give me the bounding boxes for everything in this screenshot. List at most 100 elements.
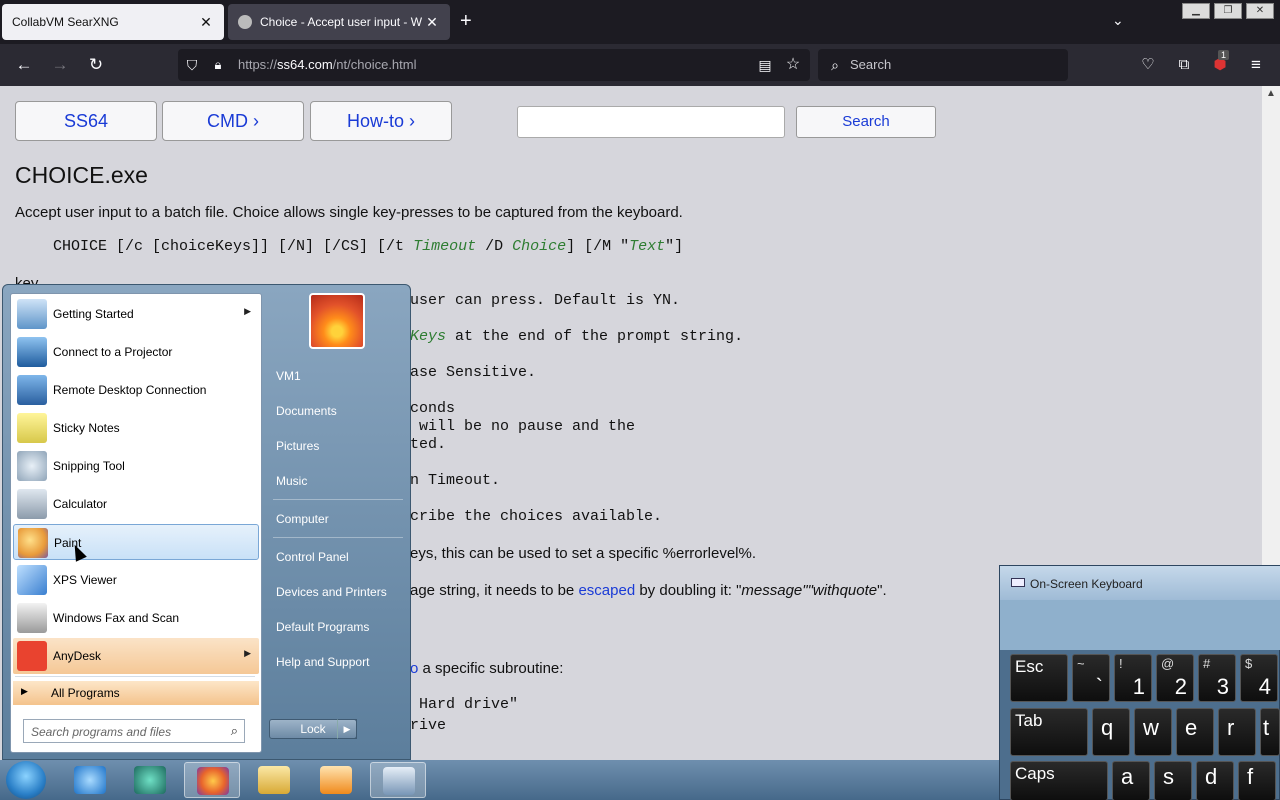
program-fax-scan[interactable]: Windows Fax and Scan (13, 600, 259, 636)
close-tab-icon[interactable]: ✕ (424, 14, 440, 31)
taskbar-internet-explorer[interactable] (62, 762, 118, 798)
paint-icon (18, 528, 48, 558)
option-line: cribe the choices available. (410, 508, 663, 525)
start-menu: Getting Started ▶ Connect to a Projector… (2, 284, 411, 760)
key-f[interactable]: f (1238, 761, 1276, 800)
reload-icon[interactable]: ↻ (84, 53, 108, 77)
scroll-up-icon[interactable]: ▲ (1266, 88, 1276, 99)
place-devices-printers[interactable]: Devices and Printers (276, 585, 387, 599)
search-placeholder: Search (850, 57, 892, 72)
calculator-icon (17, 489, 47, 519)
all-programs-button[interactable]: ▶ All Programs (13, 681, 259, 705)
key-s[interactable]: s (1154, 761, 1192, 800)
tab-searxng[interactable]: CollabVM SearXNG ✕ (2, 4, 224, 40)
option-line: conds (410, 400, 456, 417)
key-2[interactable]: @2 (1156, 654, 1194, 702)
bookmark-star-icon[interactable]: ☆ (781, 53, 805, 77)
key-4[interactable]: $4 (1240, 654, 1278, 702)
favicon-icon (238, 15, 252, 29)
escaped-link[interactable]: escaped (578, 582, 635, 599)
key-3[interactable]: #3 (1198, 654, 1236, 702)
on-screen-keyboard: On-Screen Keyboard Esc ~ ` ! 1 @2 #3 $4 Ta… (999, 565, 1280, 800)
minimize-button[interactable]: ▁ (1182, 3, 1210, 19)
place-default-programs[interactable]: Default Programs (276, 620, 369, 634)
nav-button-howto[interactable]: How-to › (310, 101, 452, 141)
media-player-icon (320, 766, 352, 794)
submenu-arrow-icon: ▶ (244, 648, 251, 658)
nav-button-ss64[interactable]: SS64 (15, 101, 157, 141)
reader-view-icon[interactable]: ▤ (753, 53, 777, 77)
tab-choice[interactable]: Choice - Accept user input - W ✕ (228, 4, 450, 40)
menu-icon[interactable]: ≡ (1244, 53, 1268, 77)
anydesk-icon (17, 641, 47, 671)
program-sticky-notes[interactable]: Sticky Notes (13, 410, 259, 446)
place-music[interactable]: Music (276, 474, 307, 488)
program-snipping-tool[interactable]: Snipping Tool (13, 448, 259, 484)
close-window-button[interactable]: ✕ (1246, 3, 1274, 19)
osk-title-bar[interactable]: On-Screen Keyboard (1000, 566, 1280, 600)
key-a[interactable]: a (1112, 761, 1150, 800)
key-d[interactable]: d (1196, 761, 1234, 800)
key-e[interactable]: e (1176, 708, 1214, 756)
program-xps-viewer[interactable]: XPS Viewer (13, 562, 259, 598)
lock-icon[interactable]: 🔒︎ (206, 53, 230, 77)
taskbar-media[interactable] (122, 762, 178, 798)
internet-explorer-icon (74, 766, 106, 794)
key-w[interactable]: w (1134, 708, 1172, 756)
user-picture[interactable] (309, 293, 365, 349)
place-user[interactable]: VM1 (276, 369, 301, 383)
key-caps[interactable]: Caps (1010, 761, 1108, 800)
program-getting-started[interactable]: Getting Started ▶ (13, 296, 259, 332)
place-control-panel[interactable]: Control Panel (276, 550, 349, 564)
start-menu-programs: Getting Started ▶ Connect to a Projector… (10, 293, 262, 753)
pocket-icon[interactable]: ♡ (1136, 53, 1160, 77)
option-line: user can press. Default is YN. (410, 292, 681, 309)
body-text: o a specific subroutine: (410, 660, 564, 677)
divider (273, 537, 403, 538)
site-search-input[interactable] (517, 106, 785, 138)
key-q[interactable]: q (1092, 708, 1130, 756)
back-icon[interactable]: ← (12, 53, 36, 77)
key-1[interactable]: ! 1 (1114, 654, 1152, 702)
divider (273, 499, 403, 500)
key-r[interactable]: r (1218, 708, 1256, 756)
close-tab-icon[interactable]: ✕ (198, 14, 214, 31)
page-title: CHOICE.exe (15, 162, 148, 188)
tab-title: CollabVM SearXNG (12, 15, 119, 29)
place-documents[interactable]: Documents (276, 404, 337, 418)
taskbar-firefox[interactable] (184, 762, 240, 798)
key-t[interactable]: t (1260, 708, 1280, 756)
nav-button-cmd[interactable]: CMD › (162, 101, 304, 141)
restore-button[interactable]: ❐ (1214, 3, 1242, 19)
taskbar-media-player[interactable] (308, 762, 364, 798)
body-text: age string, it needs to be escaped by do… (410, 582, 887, 599)
program-anydesk[interactable]: AnyDesk ▶ (13, 638, 259, 674)
shield-icon[interactable]: ⛉ (180, 53, 204, 77)
start-search-input[interactable]: Search programs and files ⌕ (23, 719, 245, 743)
search-bar[interactable]: ⌕ Search (818, 49, 1068, 81)
program-remote-desktop[interactable]: Remote Desktop Connection (13, 372, 259, 408)
option-line: n Timeout. (410, 472, 501, 489)
taskbar-explorer[interactable] (246, 762, 302, 798)
option-line: will be no pause and the (410, 418, 636, 435)
forward-icon[interactable]: → (48, 53, 72, 77)
place-pictures[interactable]: Pictures (276, 439, 319, 453)
place-computer[interactable]: Computer (276, 512, 329, 526)
key-backtick[interactable]: ~ ` (1072, 654, 1110, 702)
place-help-support[interactable]: Help and Support (276, 655, 369, 669)
chevron-down-icon[interactable]: ⌄ (1112, 12, 1124, 29)
url-bar[interactable]: ⛉ 🔒︎ https://ss64.com/nt/choice.html ▤ ☆ (178, 49, 810, 81)
program-paint[interactable]: Paint (13, 524, 259, 560)
program-connect-projector[interactable]: Connect to a Projector (13, 334, 259, 370)
start-orb[interactable] (6, 761, 46, 799)
new-tab-icon[interactable]: + (460, 10, 472, 33)
submenu-arrow-icon: ▶ (244, 306, 251, 316)
shutdown-options-icon[interactable]: ▶ (337, 719, 357, 739)
extensions-icon[interactable]: ⧉ (1172, 53, 1196, 77)
taskbar-on-screen-keyboard[interactable] (370, 762, 426, 798)
program-calculator[interactable]: Calculator (13, 486, 259, 522)
key-tab[interactable]: Tab (1010, 708, 1088, 756)
key-esc[interactable]: Esc (1010, 654, 1068, 702)
site-search-button[interactable]: Search (796, 106, 936, 138)
url-text: https://ss64.com/nt/choice.html (238, 57, 417, 72)
